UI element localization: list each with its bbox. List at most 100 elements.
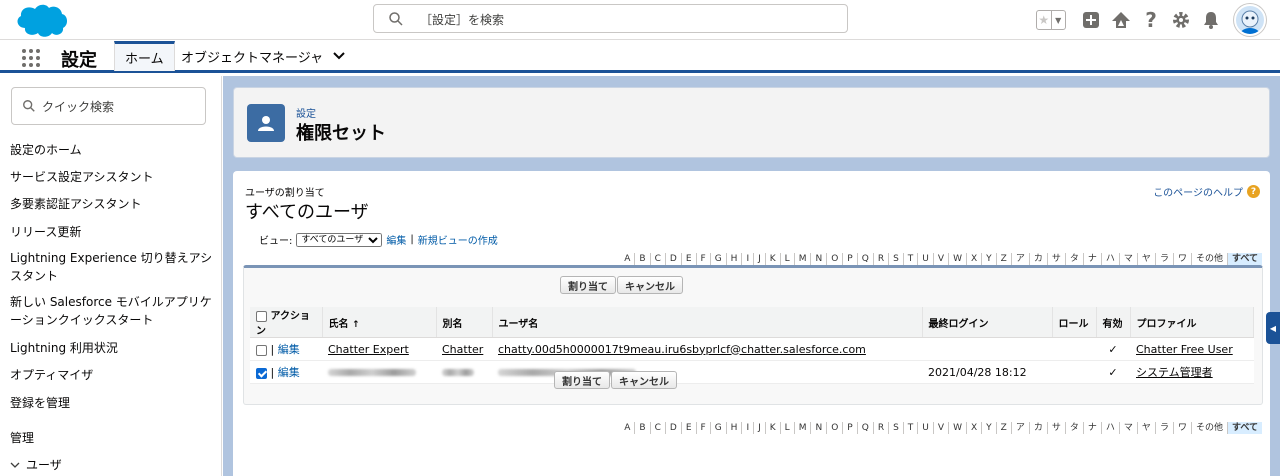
assign-button-top[interactable]: 割り当て	[560, 276, 616, 294]
col-last-login[interactable]: 最終ログイン	[922, 307, 1053, 338]
edit-view-link[interactable]: 編集	[386, 232, 406, 247]
alphabet-filter-letter[interactable]: K	[764, 253, 780, 265]
view-select[interactable]: すべてのユーザ	[296, 232, 383, 247]
profile-link[interactable]: システム管理者	[1136, 366, 1213, 379]
alphabet-filter-letter[interactable]: Q	[856, 253, 873, 265]
global-search-input[interactable]: ［設定］を検索	[373, 4, 848, 33]
alphabet-filter-letter[interactable]: S	[888, 253, 903, 265]
create-view-link[interactable]: 新規ビューの作成	[418, 232, 498, 247]
star-icon[interactable]: ★	[1037, 11, 1051, 29]
tab-object-manager[interactable]: オブジェクトマネージャ	[171, 41, 355, 71]
sidebar-item-service-setup-assistant[interactable]: サービス設定アシスタント	[10, 168, 154, 186]
chevron-down-icon[interactable]	[333, 52, 345, 60]
sidebar-item-manage-subscription[interactable]: 登録を管理	[10, 394, 70, 412]
alphabet-filter-letter[interactable]: ハ	[1100, 422, 1119, 434]
sidebar-item-setup-home[interactable]: 設定のホーム	[10, 141, 82, 159]
gear-icon[interactable]	[1170, 9, 1192, 31]
alphabet-filter-letter[interactable]: B	[634, 253, 649, 265]
alphabet-filter-letter[interactable]: Q	[856, 422, 873, 434]
alphabet-filter-letter[interactable]: A	[620, 253, 634, 265]
alphabet-filter-letter[interactable]: ア	[1010, 422, 1029, 434]
alphabet-filter-letter[interactable]: N	[810, 253, 826, 265]
user-avatar[interactable]	[1234, 4, 1266, 36]
alphabet-filter-letter[interactable]: T	[902, 422, 918, 434]
select-all-checkbox[interactable]	[256, 310, 267, 322]
alphabet-filter-letter[interactable]: W	[948, 422, 966, 434]
alphabet-filter-letter[interactable]: ラ	[1154, 422, 1173, 434]
alphabet-filter-letter[interactable]: V	[932, 253, 948, 265]
sidebar-item-mfa-assistant[interactable]: 多要素認証アシスタント	[10, 195, 142, 213]
alphabet-filter-letter[interactable]: マ	[1118, 253, 1137, 265]
assign-button-bottom[interactable]: 割り当て	[554, 371, 610, 389]
alphabet-filter-letter[interactable]: B	[634, 422, 649, 434]
alphabet-filter-letter[interactable]: R	[872, 253, 888, 265]
cancel-button-top[interactable]: キャンセル	[617, 276, 683, 294]
sidebar-item-users[interactable]: ユーザ	[10, 456, 62, 474]
col-name[interactable]: 氏名 ↑	[322, 307, 437, 338]
alphabet-filter-letter[interactable]: E	[680, 422, 696, 434]
alphabet-filter-letter[interactable]: X	[965, 422, 981, 434]
alphabet-filter-letter[interactable]: M	[793, 422, 811, 434]
user-alias-link[interactable]: Chatter	[442, 343, 483, 356]
favorites-control[interactable]: ★ ▼	[1036, 10, 1066, 30]
alphabet-filter-letter[interactable]: マ	[1118, 422, 1137, 434]
alphabet-filter-letter[interactable]: サ	[1046, 253, 1065, 265]
col-profile[interactable]: プロファイル	[1130, 307, 1254, 338]
bell-icon[interactable]	[1200, 9, 1222, 31]
alphabet-filter-letter[interactable]: J	[753, 253, 765, 265]
alphabet-filter-letter[interactable]: ラ	[1154, 253, 1173, 265]
alphabet-filter-letter[interactable]: M	[793, 253, 811, 265]
help-icon[interactable]: ?	[1140, 8, 1162, 32]
alphabet-filter-letter[interactable]: ヤ	[1136, 253, 1155, 265]
col-role[interactable]: ロール	[1052, 307, 1097, 338]
row-checkbox-checked[interactable]	[256, 367, 267, 379]
alphabet-filter-letter[interactable]: I	[741, 253, 753, 265]
alphabet-filter-letter[interactable]: Z	[995, 253, 1011, 265]
alphabet-filter-letter[interactable]: すべて	[1226, 253, 1262, 265]
sidebar-item-release-updates[interactable]: リリース更新	[10, 223, 81, 241]
alphabet-filter-letter[interactable]: Y	[981, 422, 996, 434]
alphabet-filter-letter[interactable]: すべて	[1226, 422, 1262, 434]
alphabet-filter-letter[interactable]: S	[888, 422, 903, 434]
alphabet-filter-letter[interactable]: ナ	[1082, 253, 1101, 265]
col-active[interactable]: 有効	[1096, 307, 1131, 338]
alphabet-filter-letter[interactable]: A	[620, 422, 634, 434]
alphabet-filter-letter[interactable]: H	[725, 253, 742, 265]
alphabet-filter-letter[interactable]: ワ	[1172, 422, 1191, 434]
alphabet-filter-letter[interactable]: G	[709, 422, 726, 434]
row-edit-link[interactable]: 編集	[278, 343, 300, 356]
caret-down-icon[interactable]: ▼	[1050, 11, 1066, 29]
row-checkbox[interactable]	[256, 344, 267, 356]
sidebar-item-optimizer[interactable]: オプティマイザ	[10, 366, 93, 384]
trailhead-icon[interactable]	[1110, 9, 1132, 31]
profile-link[interactable]: Chatter Free User	[1136, 343, 1233, 356]
alphabet-filter-letter[interactable]: J	[753, 422, 765, 434]
global-actions-icon[interactable]	[1080, 9, 1102, 31]
alphabet-filter-letter[interactable]: H	[725, 422, 742, 434]
col-alias[interactable]: 別名	[436, 307, 493, 338]
alphabet-filter-letter[interactable]: サ	[1046, 422, 1065, 434]
alphabet-filter-letter[interactable]: L	[779, 422, 794, 434]
cancel-button-bottom[interactable]: キャンセル	[611, 371, 677, 389]
salesforce-logo[interactable]	[12, 3, 68, 37]
breadcrumb[interactable]: 設定	[296, 105, 316, 120]
user-name-link[interactable]: Chatter Expert	[328, 343, 409, 356]
alphabet-filter-letter[interactable]: F	[695, 253, 710, 265]
alphabet-filter-letter[interactable]: D	[664, 422, 681, 434]
alphabet-filter-letter[interactable]: ナ	[1082, 422, 1101, 434]
alphabet-filter-letter[interactable]: U	[917, 253, 933, 265]
sidebar-item-lightning-usage[interactable]: Lightning 利用状況	[10, 339, 118, 357]
alphabet-filter-letter[interactable]: ア	[1010, 253, 1029, 265]
alphabet-filter-letter[interactable]: ワ	[1172, 253, 1191, 265]
username-link[interactable]: chatty.00d5h0000017t9meau.iru6sbyprlcf@c…	[498, 343, 866, 356]
app-launcher-icon[interactable]	[22, 49, 40, 67]
alphabet-filter-letter[interactable]: K	[764, 422, 780, 434]
alphabet-filter-letter[interactable]: ハ	[1100, 253, 1119, 265]
alphabet-filter-letter[interactable]: L	[779, 253, 794, 265]
alphabet-filter-letter[interactable]: E	[680, 253, 696, 265]
alphabet-filter-letter[interactable]: カ	[1028, 253, 1047, 265]
alphabet-filter-letter[interactable]: タ	[1064, 253, 1083, 265]
alphabet-filter-letter[interactable]: Y	[981, 253, 996, 265]
tab-home[interactable]: ホーム	[114, 41, 175, 71]
alphabet-filter-letter[interactable]: P	[842, 422, 856, 434]
